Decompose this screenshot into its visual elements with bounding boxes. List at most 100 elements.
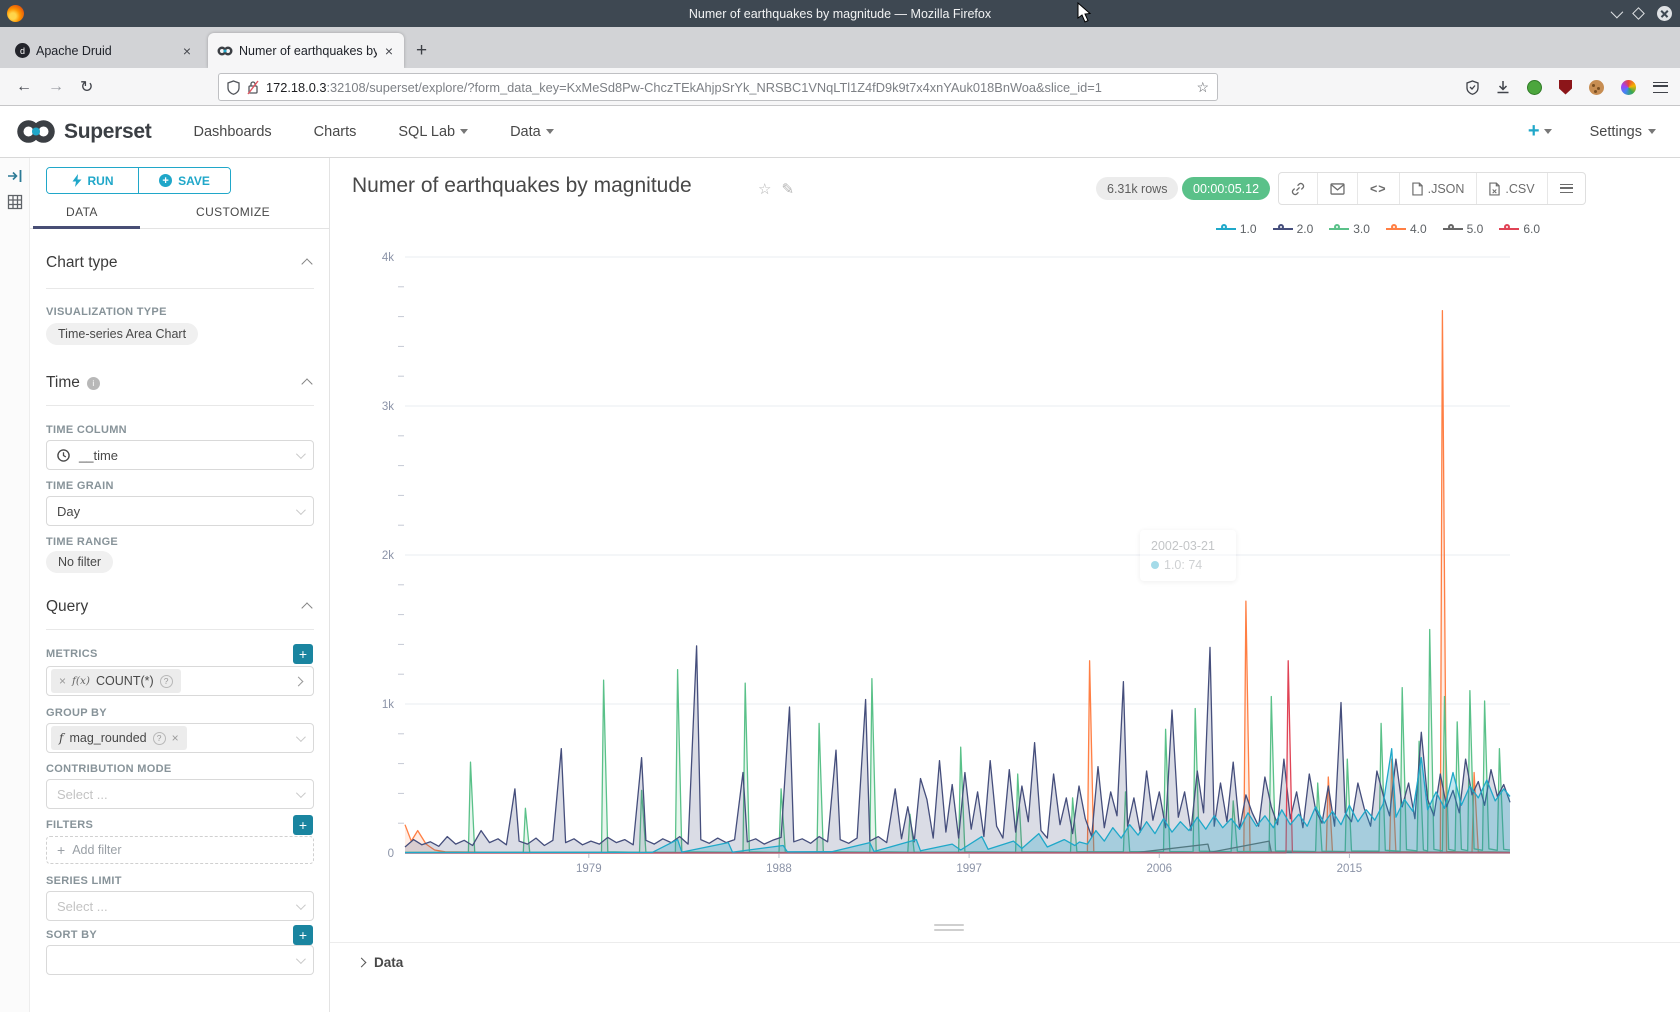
tab-apache-druid[interactable]: d Apache Druid ×	[6, 33, 202, 68]
tab-label: Numer of earthquakes by	[239, 44, 377, 58]
save-button[interactable]: + SAVE	[139, 168, 230, 193]
settings-menu[interactable]: Settings	[1590, 124, 1656, 140]
legend-marker-icon	[1216, 225, 1236, 233]
chevron-up-icon[interactable]	[301, 602, 312, 613]
nav-item-data[interactable]: Data	[510, 124, 554, 140]
help-icon: ?	[153, 732, 166, 745]
legend-label: 5.0	[1467, 222, 1484, 236]
dataset-grid-icon[interactable]	[7, 194, 23, 210]
tab-data[interactable]: DATA	[66, 205, 98, 219]
superset-navbar: Superset Dashboards Charts SQL Lab Data …	[0, 106, 1680, 158]
legend-item-3.0[interactable]: 3.0	[1329, 222, 1370, 236]
copy-link-button[interactable]	[1279, 173, 1318, 204]
color-asterisk-extension-icon[interactable]	[1621, 80, 1636, 95]
metric-control[interactable]: × f(x) COUNT(*) ?	[46, 666, 314, 696]
cookie-extension-icon[interactable]	[1589, 80, 1604, 95]
series-limit-select[interactable]: Select ...	[46, 891, 314, 921]
legend-item-2.0[interactable]: 2.0	[1273, 222, 1314, 236]
chart-menu-button[interactable]	[1548, 173, 1585, 204]
url-text[interactable]: 172.18.0.3:32108/superset/explore/?form_…	[266, 80, 1196, 95]
add-metric-button[interactable]: +	[293, 644, 313, 664]
panel-resize-handle[interactable]	[934, 924, 964, 934]
tooltip-date: 2002-03-21	[1151, 539, 1225, 553]
bookmark-star-icon[interactable]: ☆	[1196, 79, 1209, 96]
filters-label: FILTERS	[46, 819, 93, 831]
browser-menu-icon[interactable]	[1653, 82, 1668, 93]
legend-label: 6.0	[1523, 222, 1540, 236]
chart-tooltip: 2002-03-21 1.0: 74	[1140, 530, 1236, 581]
group-by-select[interactable]: f mag_rounded ? ×	[46, 723, 314, 753]
sort-by-select[interactable]	[46, 945, 314, 975]
email-button[interactable]	[1318, 173, 1358, 204]
run-button[interactable]: RUN	[47, 168, 139, 193]
legend-marker-icon	[1499, 225, 1519, 233]
y-axis-tick-label: 3k	[382, 401, 394, 413]
chevron-up-icon[interactable]	[301, 378, 312, 389]
back-button[interactable]: ←	[16, 78, 32, 96]
nav-item-charts[interactable]: Charts	[314, 124, 357, 140]
export-json-button[interactable]: .JSON	[1400, 173, 1478, 204]
legend-item-6.0[interactable]: 6.0	[1499, 222, 1540, 236]
chart-area: Numer of earthquakes by magnitude ☆ ✎ 6.…	[330, 158, 1680, 1012]
downloads-icon[interactable]	[1496, 80, 1510, 95]
legend-item-5.0[interactable]: 5.0	[1443, 222, 1484, 236]
remove-icon[interactable]: ×	[172, 731, 179, 745]
ublock-shield-icon[interactable]	[1559, 80, 1572, 95]
tab-close-icon[interactable]: ×	[181, 43, 193, 59]
tracking-shield-icon[interactable]	[227, 80, 240, 95]
new-item-button[interactable]: +	[1528, 120, 1552, 143]
time-range-pill[interactable]: No filter	[46, 551, 113, 573]
window-maximize-button[interactable]	[1632, 7, 1645, 20]
tab-close-icon[interactable]: ×	[383, 43, 395, 59]
contribution-mode-select[interactable]: Select ...	[46, 779, 314, 809]
forward-button[interactable]: →	[48, 78, 64, 96]
legend-item-4.0[interactable]: 4.0	[1386, 222, 1427, 236]
tab-customize[interactable]: CUSTOMIZE	[196, 205, 270, 219]
section-chart-type[interactable]: Chart type	[46, 254, 118, 272]
edit-properties-icon[interactable]: ✎	[781, 180, 794, 198]
reload-button[interactable]: ↻	[80, 77, 93, 97]
pocket-icon[interactable]	[1466, 80, 1479, 95]
remove-icon[interactable]: ×	[59, 674, 66, 688]
section-time[interactable]: Time i	[46, 374, 100, 392]
add-filter-plus-button[interactable]: +	[293, 815, 313, 835]
contribution-mode-label: CONTRIBUTION MODE	[46, 763, 171, 775]
series-limit-label: SERIES LIMIT	[46, 875, 122, 887]
nav-item-dashboards[interactable]: Dashboards	[193, 124, 271, 140]
info-icon: i	[87, 377, 100, 390]
tab-superset-explore[interactable]: Numer of earthquakes by ×	[208, 33, 404, 68]
lightning-icon	[72, 174, 82, 187]
insecure-lock-icon[interactable]	[247, 80, 259, 95]
data-panel-toggle[interactable]: Data	[330, 942, 1680, 982]
nav-item-sql-lab[interactable]: SQL Lab	[398, 124, 468, 140]
export-csv-button[interactable]: .CSV	[1477, 173, 1547, 204]
time-column-select[interactable]: __time	[46, 440, 314, 470]
extension-green-icon[interactable]	[1527, 80, 1542, 95]
data-panel-label: Data	[374, 955, 403, 970]
time-grain-select[interactable]: Day	[46, 496, 314, 526]
new-tab-button[interactable]: +	[416, 40, 427, 68]
series-dot-icon	[1151, 561, 1159, 569]
x-axis-tick-label: 1997	[956, 863, 982, 875]
brand-name: Superset	[64, 120, 151, 144]
embed-code-button[interactable]: <>	[1358, 173, 1400, 204]
chevron-right-icon[interactable]	[294, 676, 304, 686]
timeseries-area-chart[interactable]: 01k2k3k4k19791988199720062015	[330, 240, 1680, 900]
window-minimize-button[interactable]	[1611, 6, 1624, 19]
group-by-chip[interactable]: f mag_rounded ? ×	[51, 726, 187, 750]
clock-icon	[57, 449, 70, 462]
window-close-button[interactable]	[1657, 6, 1672, 21]
viz-type-pill[interactable]: Time-series Area Chart	[46, 323, 198, 345]
url-bar[interactable]: 172.18.0.3:32108/superset/explore/?form_…	[218, 73, 1218, 101]
metric-chip[interactable]: × f(x) COUNT(*) ?	[51, 669, 181, 693]
time-column-label: TIME COLUMN	[46, 424, 127, 436]
add-sort-by-button[interactable]: +	[293, 925, 313, 945]
chevron-up-icon[interactable]	[301, 258, 312, 269]
favorite-star-icon[interactable]: ☆	[758, 180, 771, 198]
collapse-panel-icon[interactable]	[7, 168, 23, 184]
superset-logo[interactable]: Superset	[16, 119, 151, 144]
add-filter-box[interactable]: + Add filter	[46, 836, 314, 864]
chevron-down-icon	[296, 449, 306, 459]
legend-item-1.0[interactable]: 1.0	[1216, 222, 1257, 236]
section-query[interactable]: Query	[46, 598, 88, 616]
